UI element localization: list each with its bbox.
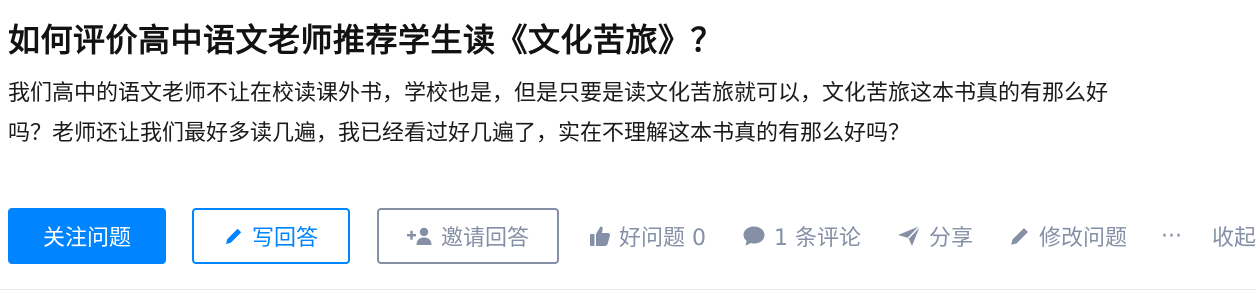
more-options-button[interactable]: ··· — [1161, 208, 1182, 264]
pencil-icon — [1011, 228, 1028, 245]
share-label: 分享 — [929, 226, 974, 251]
add-user-icon — [406, 227, 432, 245]
question-actions: 关注问题 写回答 邀请回答 好问题 0 1 条评论 分享 修改问题 ··· 收起 — [8, 208, 1256, 264]
write-answer-label: 写回答 — [251, 226, 318, 251]
collapse-label: 收起 — [1212, 226, 1256, 251]
divider — [0, 289, 1256, 290]
more-icon: ··· — [1161, 223, 1183, 249]
invite-answer-label: 邀请回答 — [440, 226, 529, 251]
edit-question-label: 修改问题 — [1039, 226, 1128, 251]
follow-question-button[interactable]: 关注问题 — [8, 208, 166, 264]
good-question-button[interactable]: 好问题 0 — [589, 208, 706, 264]
paper-plane-icon — [898, 225, 921, 246]
question-header: 如何评价高中语文老师推荐学生读《文化苦旅》？ 我们高中的语文老师不让在校读课外书… — [0, 0, 1256, 291]
pencil-icon — [225, 228, 242, 244]
thumbs-up-icon — [590, 226, 610, 246]
share-button[interactable]: 分享 — [897, 208, 973, 264]
question-title: 如何评价高中语文老师推荐学生读《文化苦旅》？ — [8, 21, 724, 59]
invite-answer-button[interactable]: 邀请回答 — [377, 208, 559, 264]
edit-question-button[interactable]: 修改问题 — [1009, 208, 1127, 264]
follow-question-label: 关注问题 — [42, 226, 131, 251]
collapse-button[interactable]: 收起 — [1212, 208, 1256, 264]
good-question-label: 好问题 0 — [619, 226, 706, 251]
comments-button[interactable]: 1 条评论 — [742, 208, 861, 264]
question-description: 我们高中的语文老师不让在校读课外书，学校也是，但是只要是读文化苦旅就可以，文化苦… — [8, 81, 1109, 146]
comment-bubble-icon — [743, 226, 765, 246]
comments-label: 1 条评论 — [774, 226, 861, 251]
write-answer-button[interactable]: 写回答 — [192, 208, 350, 264]
